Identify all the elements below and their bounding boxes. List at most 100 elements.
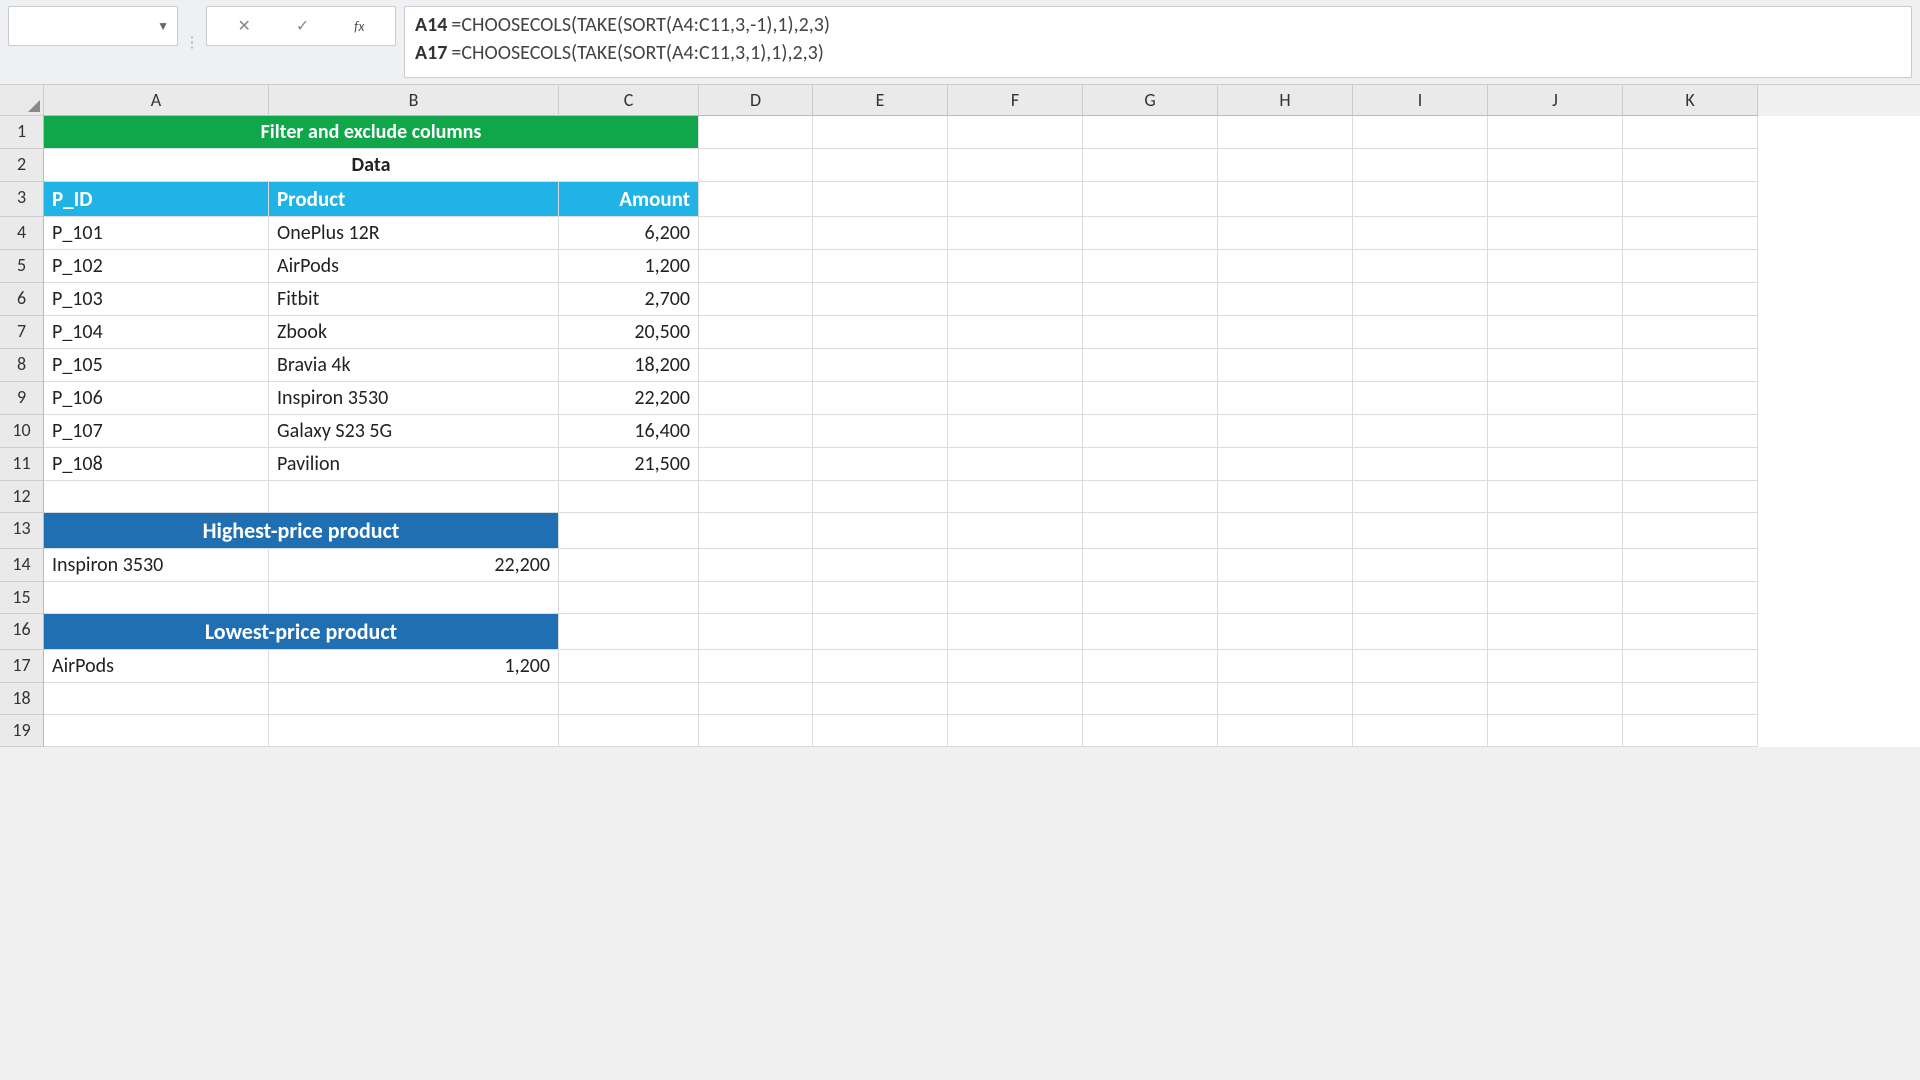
cell[interactable] bbox=[1083, 650, 1218, 683]
cell[interactable] bbox=[1353, 683, 1488, 715]
cell[interactable] bbox=[1083, 182, 1218, 217]
cell[interactable] bbox=[699, 116, 813, 149]
col-header[interactable]: B bbox=[269, 85, 559, 116]
cell[interactable] bbox=[1353, 481, 1488, 513]
row-header[interactable]: 8 bbox=[0, 349, 44, 382]
section-label-lowest[interactable]: Lowest-price product bbox=[44, 614, 559, 650]
cell[interactable] bbox=[699, 349, 813, 382]
cell[interactable] bbox=[1353, 715, 1488, 747]
enter-icon[interactable]: ✓ bbox=[296, 16, 309, 36]
col-header[interactable]: G bbox=[1083, 85, 1218, 116]
fx-icon[interactable]: fx bbox=[354, 18, 364, 35]
cell[interactable] bbox=[1623, 614, 1758, 650]
cell[interactable] bbox=[1083, 549, 1218, 582]
cell[interactable] bbox=[1488, 182, 1623, 217]
cell[interactable] bbox=[1218, 182, 1353, 217]
cell-pid[interactable]: P_103 bbox=[44, 283, 269, 316]
col-header[interactable]: F bbox=[948, 85, 1083, 116]
chevron-down-icon[interactable]: ▼ bbox=[157, 19, 169, 34]
cell[interactable] bbox=[948, 448, 1083, 481]
cell[interactable] bbox=[699, 382, 813, 415]
cell[interactable] bbox=[1083, 415, 1218, 448]
cell[interactable] bbox=[1488, 217, 1623, 250]
cell[interactable] bbox=[1488, 582, 1623, 614]
cell[interactable] bbox=[813, 715, 948, 747]
cell[interactable] bbox=[699, 415, 813, 448]
cell[interactable] bbox=[1218, 382, 1353, 415]
cell-amount[interactable]: 20,500 bbox=[559, 316, 699, 349]
cell[interactable] bbox=[1083, 513, 1218, 549]
col-header[interactable]: E bbox=[813, 85, 948, 116]
name-box[interactable]: ▼ bbox=[8, 6, 178, 46]
cell[interactable] bbox=[699, 149, 813, 182]
cell[interactable] bbox=[1623, 481, 1758, 513]
section-label-highest[interactable]: Highest-price product bbox=[44, 513, 559, 549]
cell[interactable] bbox=[1353, 116, 1488, 149]
cell[interactable] bbox=[44, 481, 269, 513]
cell[interactable] bbox=[699, 715, 813, 747]
cell[interactable] bbox=[1623, 349, 1758, 382]
row-header[interactable]: 9 bbox=[0, 382, 44, 415]
cell[interactable] bbox=[1623, 283, 1758, 316]
cell[interactable] bbox=[1623, 549, 1758, 582]
cell[interactable] bbox=[948, 316, 1083, 349]
cell-pid[interactable]: P_102 bbox=[44, 250, 269, 283]
cell[interactable] bbox=[1488, 448, 1623, 481]
cell[interactable] bbox=[699, 283, 813, 316]
cell[interactable] bbox=[1353, 250, 1488, 283]
table-header-amount[interactable]: Amount bbox=[559, 182, 699, 217]
row-header[interactable]: 18 bbox=[0, 683, 44, 715]
cell[interactable] bbox=[1083, 481, 1218, 513]
cell[interactable] bbox=[1353, 316, 1488, 349]
cell[interactable] bbox=[559, 549, 699, 582]
cell[interactable] bbox=[948, 614, 1083, 650]
row-header[interactable]: 3 bbox=[0, 182, 44, 217]
cell[interactable] bbox=[1353, 549, 1488, 582]
row-header[interactable]: 1 bbox=[0, 116, 44, 149]
cell[interactable] bbox=[699, 316, 813, 349]
cell[interactable] bbox=[948, 415, 1083, 448]
section-label-data[interactable]: Data bbox=[44, 149, 699, 182]
cell[interactable] bbox=[813, 283, 948, 316]
cell[interactable] bbox=[1623, 250, 1758, 283]
cell[interactable] bbox=[1083, 116, 1218, 149]
cell[interactable] bbox=[813, 182, 948, 217]
row-header[interactable]: 14 bbox=[0, 549, 44, 582]
cell[interactable] bbox=[1083, 582, 1218, 614]
cell[interactable] bbox=[1488, 349, 1623, 382]
cell[interactable] bbox=[1083, 715, 1218, 747]
cell[interactable] bbox=[699, 549, 813, 582]
cell[interactable] bbox=[813, 582, 948, 614]
cell[interactable] bbox=[1353, 415, 1488, 448]
cell[interactable] bbox=[948, 650, 1083, 683]
cell[interactable] bbox=[1083, 683, 1218, 715]
cell[interactable] bbox=[948, 683, 1083, 715]
cell[interactable] bbox=[699, 683, 813, 715]
cell[interactable] bbox=[1488, 382, 1623, 415]
cell[interactable] bbox=[559, 582, 699, 614]
cell[interactable] bbox=[948, 349, 1083, 382]
cell[interactable] bbox=[699, 182, 813, 217]
row-header[interactable]: 10 bbox=[0, 415, 44, 448]
cell[interactable] bbox=[1623, 415, 1758, 448]
cell[interactable] bbox=[1083, 217, 1218, 250]
cell[interactable] bbox=[1083, 448, 1218, 481]
lowest-product[interactable]: AirPods bbox=[44, 650, 269, 683]
cell[interactable] bbox=[1083, 283, 1218, 316]
cell[interactable] bbox=[813, 316, 948, 349]
cell[interactable] bbox=[1218, 715, 1353, 747]
cell-amount[interactable]: 2,700 bbox=[559, 283, 699, 316]
cell[interactable] bbox=[1488, 149, 1623, 182]
cell[interactable] bbox=[44, 582, 269, 614]
cell[interactable] bbox=[1488, 283, 1623, 316]
cell[interactable] bbox=[813, 349, 948, 382]
cell[interactable] bbox=[559, 715, 699, 747]
table-header-product[interactable]: Product bbox=[269, 182, 559, 217]
cell[interactable] bbox=[813, 149, 948, 182]
cell[interactable] bbox=[1488, 683, 1623, 715]
cell[interactable] bbox=[1353, 349, 1488, 382]
col-header[interactable]: D bbox=[699, 85, 813, 116]
cell[interactable] bbox=[699, 481, 813, 513]
cell[interactable] bbox=[1218, 549, 1353, 582]
cell[interactable] bbox=[813, 217, 948, 250]
